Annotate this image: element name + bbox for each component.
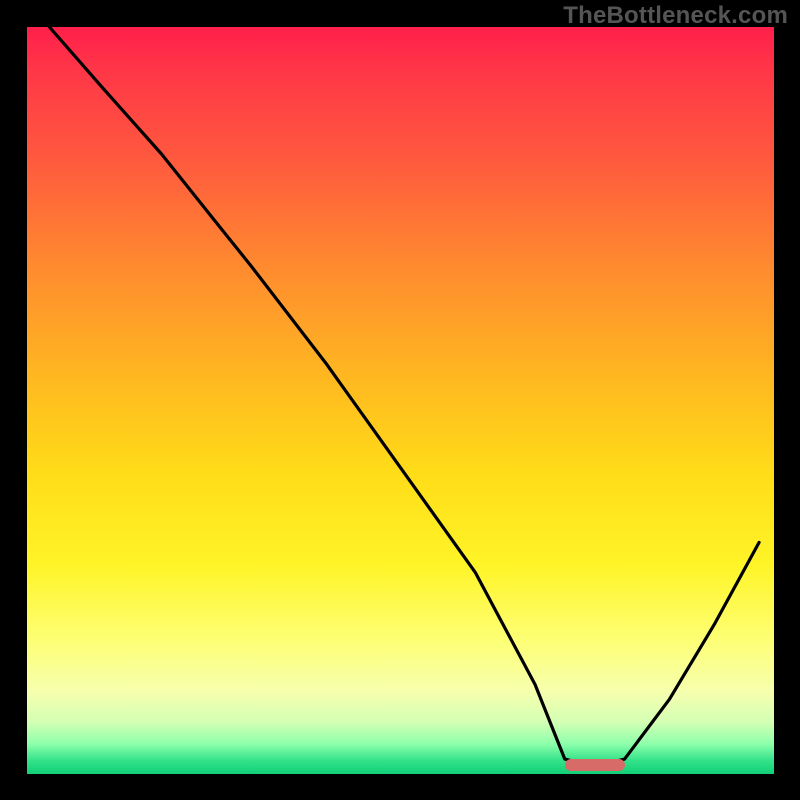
watermark-text: TheBottleneck.com	[563, 2, 788, 30]
optimum-marker	[565, 759, 625, 771]
plot-area	[27, 27, 774, 774]
chart-frame: TheBottleneck.com	[0, 0, 800, 800]
bottleneck-curve	[27, 27, 774, 774]
